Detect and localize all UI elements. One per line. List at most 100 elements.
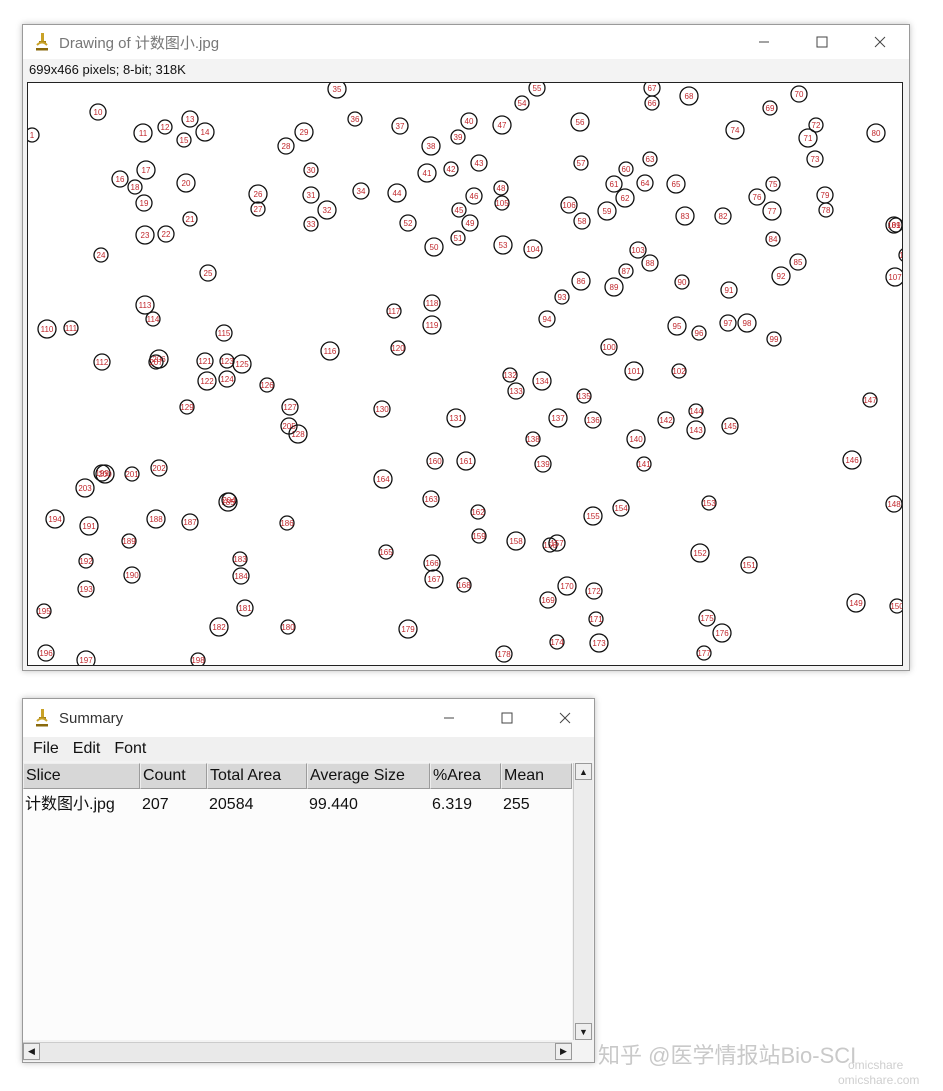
- particle-label: 148: [887, 500, 901, 509]
- particle-label: 174: [550, 638, 564, 647]
- particle-94: 94: [538, 310, 556, 328]
- watermark-omicshare-com: omicshare.com: [838, 1073, 920, 1087]
- column-header-total-area[interactable]: Total Area: [207, 763, 307, 789]
- particle-label: 177: [697, 649, 711, 658]
- particle-label: 86: [577, 277, 586, 286]
- scroll-down-button[interactable]: ▼: [575, 1023, 592, 1040]
- particle-202: 202: [150, 459, 168, 477]
- summary-title-bar[interactable]: Summary: [23, 699, 594, 737]
- particle-148: 148: [885, 495, 902, 513]
- particle-label: 204: [222, 496, 236, 505]
- particle-113: 113: [135, 295, 155, 315]
- drawing-title-bar[interactable]: Drawing of 计数图小.jpg: [23, 25, 909, 59]
- particle-label: 94: [543, 315, 552, 324]
- particle-label: 191: [82, 522, 96, 531]
- particle-label: 166: [425, 559, 439, 568]
- minimize-icon: [444, 717, 454, 719]
- particle-111: 111: [63, 320, 79, 336]
- particle-label: 51: [454, 234, 463, 243]
- particle-label: 130: [375, 405, 389, 414]
- particle-45: 45: [451, 202, 467, 218]
- particle-133: 133: [507, 382, 525, 400]
- column-header-mean[interactable]: Mean: [501, 763, 572, 789]
- particle-label: 165: [379, 548, 393, 557]
- particle-154: 154: [612, 499, 630, 517]
- particle-label: 49: [466, 219, 475, 228]
- scroll-up-button[interactable]: ▲: [575, 763, 592, 780]
- drawing-canvas[interactable]: 1 10 11 12 13 14 15 16 17 18 19 20 21 22 23 24 25 26 27 28 2…: [27, 82, 903, 666]
- particle-165: 165: [378, 544, 394, 560]
- watermark-omicshare: omicshare: [848, 1058, 904, 1072]
- particle-93: 93: [554, 289, 570, 305]
- menu-edit[interactable]: Edit: [71, 740, 103, 758]
- particle-label: 105: [495, 199, 509, 208]
- particle-46: 46: [465, 187, 483, 205]
- particle-label: 82: [719, 212, 728, 221]
- particle-142: 142: [657, 411, 675, 429]
- table-row[interactable]: 计数图小.jpg 207 20584 99.440 6.319 255: [23, 793, 572, 817]
- particle-167: 167: [424, 569, 444, 589]
- particle-203: 203: [75, 478, 95, 498]
- particle-label: 104: [526, 245, 540, 254]
- particle-136: 136: [584, 411, 602, 429]
- particle-label: 137: [551, 414, 565, 423]
- minimize-button[interactable]: [735, 25, 793, 59]
- particle-174: 174: [549, 634, 565, 650]
- vertical-scrollbar[interactable]: ▲ ▼: [573, 763, 593, 1040]
- scroll-right-button[interactable]: ▶: [555, 1043, 572, 1060]
- particle-32: 32: [317, 200, 337, 220]
- particle-label: 57: [577, 159, 586, 168]
- particle-192: 192: [78, 553, 94, 569]
- particle-182: 182: [209, 617, 229, 637]
- maximize-button[interactable]: [478, 699, 536, 737]
- particle-label: 170: [560, 582, 574, 591]
- particle-label: 91: [725, 286, 734, 295]
- close-button[interactable]: [536, 699, 594, 737]
- particle-label: 135: [577, 392, 591, 401]
- particle-123: 123: [219, 353, 235, 369]
- menu-font[interactable]: Font: [112, 740, 148, 758]
- column-header-slice[interactable]: Slice: [23, 763, 140, 789]
- particle-label: 15: [180, 136, 189, 145]
- particle-110: 110: [37, 319, 57, 339]
- horizontal-scrollbar[interactable]: ◀ ▶: [23, 1042, 572, 1061]
- particle-label: 21: [186, 215, 195, 224]
- particle-label: 26: [254, 190, 263, 199]
- menu-file[interactable]: File: [31, 740, 61, 758]
- maximize-button[interactable]: [793, 25, 851, 59]
- particle-label: 150: [890, 602, 902, 611]
- particle-186: 186: [279, 515, 295, 531]
- particle-88: 88: [641, 254, 659, 272]
- particle-188: 188: [146, 509, 166, 529]
- particle-75: 75: [765, 176, 781, 192]
- minimize-button[interactable]: [420, 699, 478, 737]
- particle-108: 108: [898, 248, 902, 262]
- table-header: Slice Count Total Area Average Size %Are…: [23, 763, 572, 789]
- particle-label: 153: [702, 499, 716, 508]
- column-header-percent-area[interactable]: %Area: [430, 763, 501, 789]
- particle-label: 143: [689, 426, 703, 435]
- particle-157: 157: [548, 534, 566, 552]
- particle-119: 119: [422, 315, 442, 335]
- cell-count: 207: [142, 796, 169, 813]
- particle-121: 121: [196, 352, 214, 370]
- particle-label: 194: [48, 515, 62, 524]
- particle-58: 58: [573, 212, 591, 230]
- particle-label: 126: [260, 381, 274, 390]
- particle-27: 27: [250, 201, 266, 217]
- column-header-count[interactable]: Count: [140, 763, 207, 789]
- close-button[interactable]: [851, 25, 909, 59]
- particle-label: 95: [673, 322, 682, 331]
- column-header-average-size[interactable]: Average Size: [307, 763, 430, 789]
- particle-194: 194: [45, 509, 65, 529]
- particle-label: 85: [794, 258, 803, 267]
- particle-84: 84: [765, 231, 781, 247]
- particle-172: 172: [585, 582, 603, 600]
- particle-label: 147: [863, 396, 877, 405]
- particle-label: 106: [562, 201, 576, 210]
- scroll-left-button[interactable]: ◀: [23, 1043, 40, 1060]
- particle-label: 42: [447, 165, 456, 174]
- summary-window: Summary File Edit Font Slice Count Total…: [22, 698, 595, 1063]
- particle-label: 50: [430, 243, 439, 252]
- particle-label: 1: [30, 131, 35, 140]
